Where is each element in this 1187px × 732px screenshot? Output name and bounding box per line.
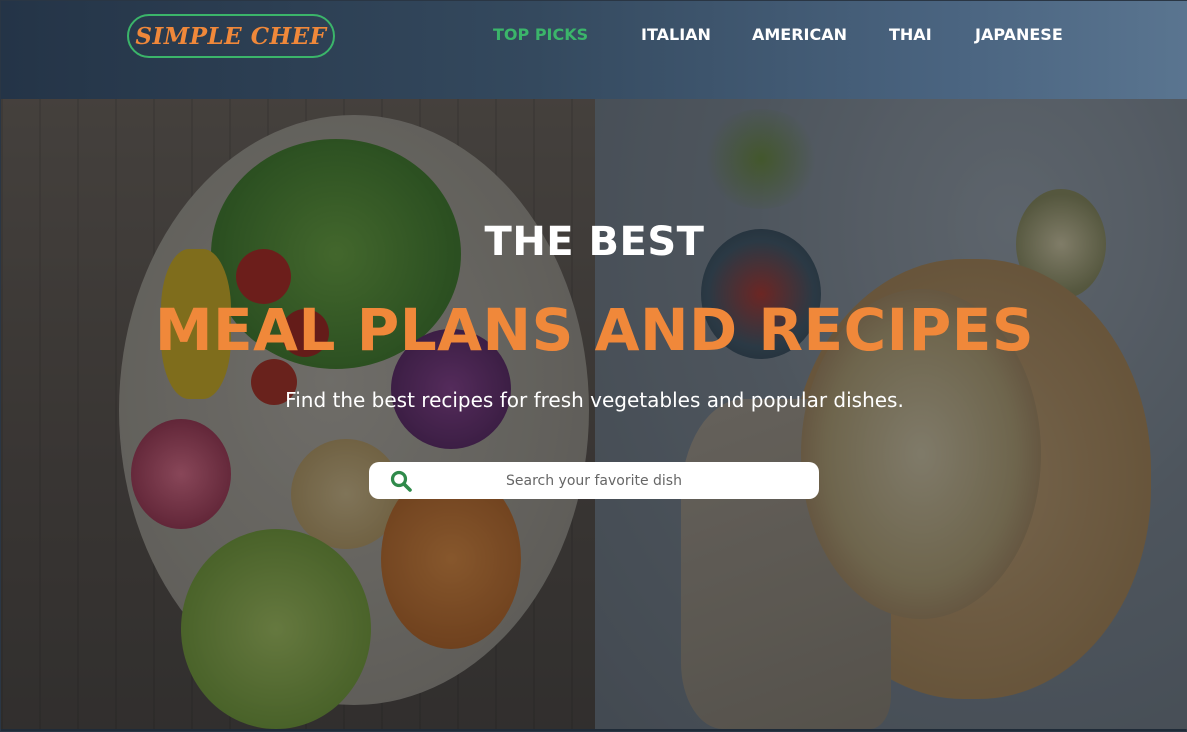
hero-kicker: THE BEST xyxy=(484,219,705,265)
nav-item-italian[interactable]: ITALIAN xyxy=(641,25,711,49)
nav-item-top-picks[interactable]: TOP PICKS xyxy=(493,25,588,49)
nav-item-thai[interactable]: THAI xyxy=(889,25,932,49)
logo[interactable]: SIMPLE CHEF xyxy=(127,14,335,58)
nav-item-american[interactable]: AMERICAN xyxy=(752,25,847,49)
hero-subtitle: Find the best recipes for fresh vegetabl… xyxy=(285,388,904,412)
navbar: SIMPLE CHEF TOP PICKS ITALIAN AMERICAN T… xyxy=(1,1,1187,99)
search-bar[interactable] xyxy=(369,462,819,499)
page-frame: SIMPLE CHEF TOP PICKS ITALIAN AMERICAN T… xyxy=(0,0,1187,732)
search-input[interactable] xyxy=(429,462,759,499)
search-icon[interactable] xyxy=(389,469,413,493)
nav-item-japanese[interactable]: JAPANESE xyxy=(975,25,1063,49)
hero-title: MEAL PLANS AND RECIPES xyxy=(154,296,1035,364)
hero-overlay xyxy=(1,99,1187,729)
hero-section: THE BEST MEAL PLANS AND RECIPES Find the… xyxy=(1,99,1187,729)
